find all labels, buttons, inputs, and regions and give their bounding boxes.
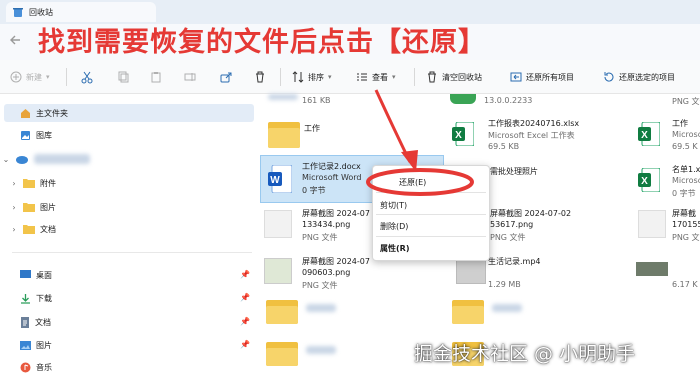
watermark-text: 掘金技术社区 @ 小明助手	[414, 343, 636, 365]
annotation-arrow	[374, 89, 412, 163]
annotation-circle	[366, 168, 474, 196]
annotation-layer	[366, 89, 474, 196]
